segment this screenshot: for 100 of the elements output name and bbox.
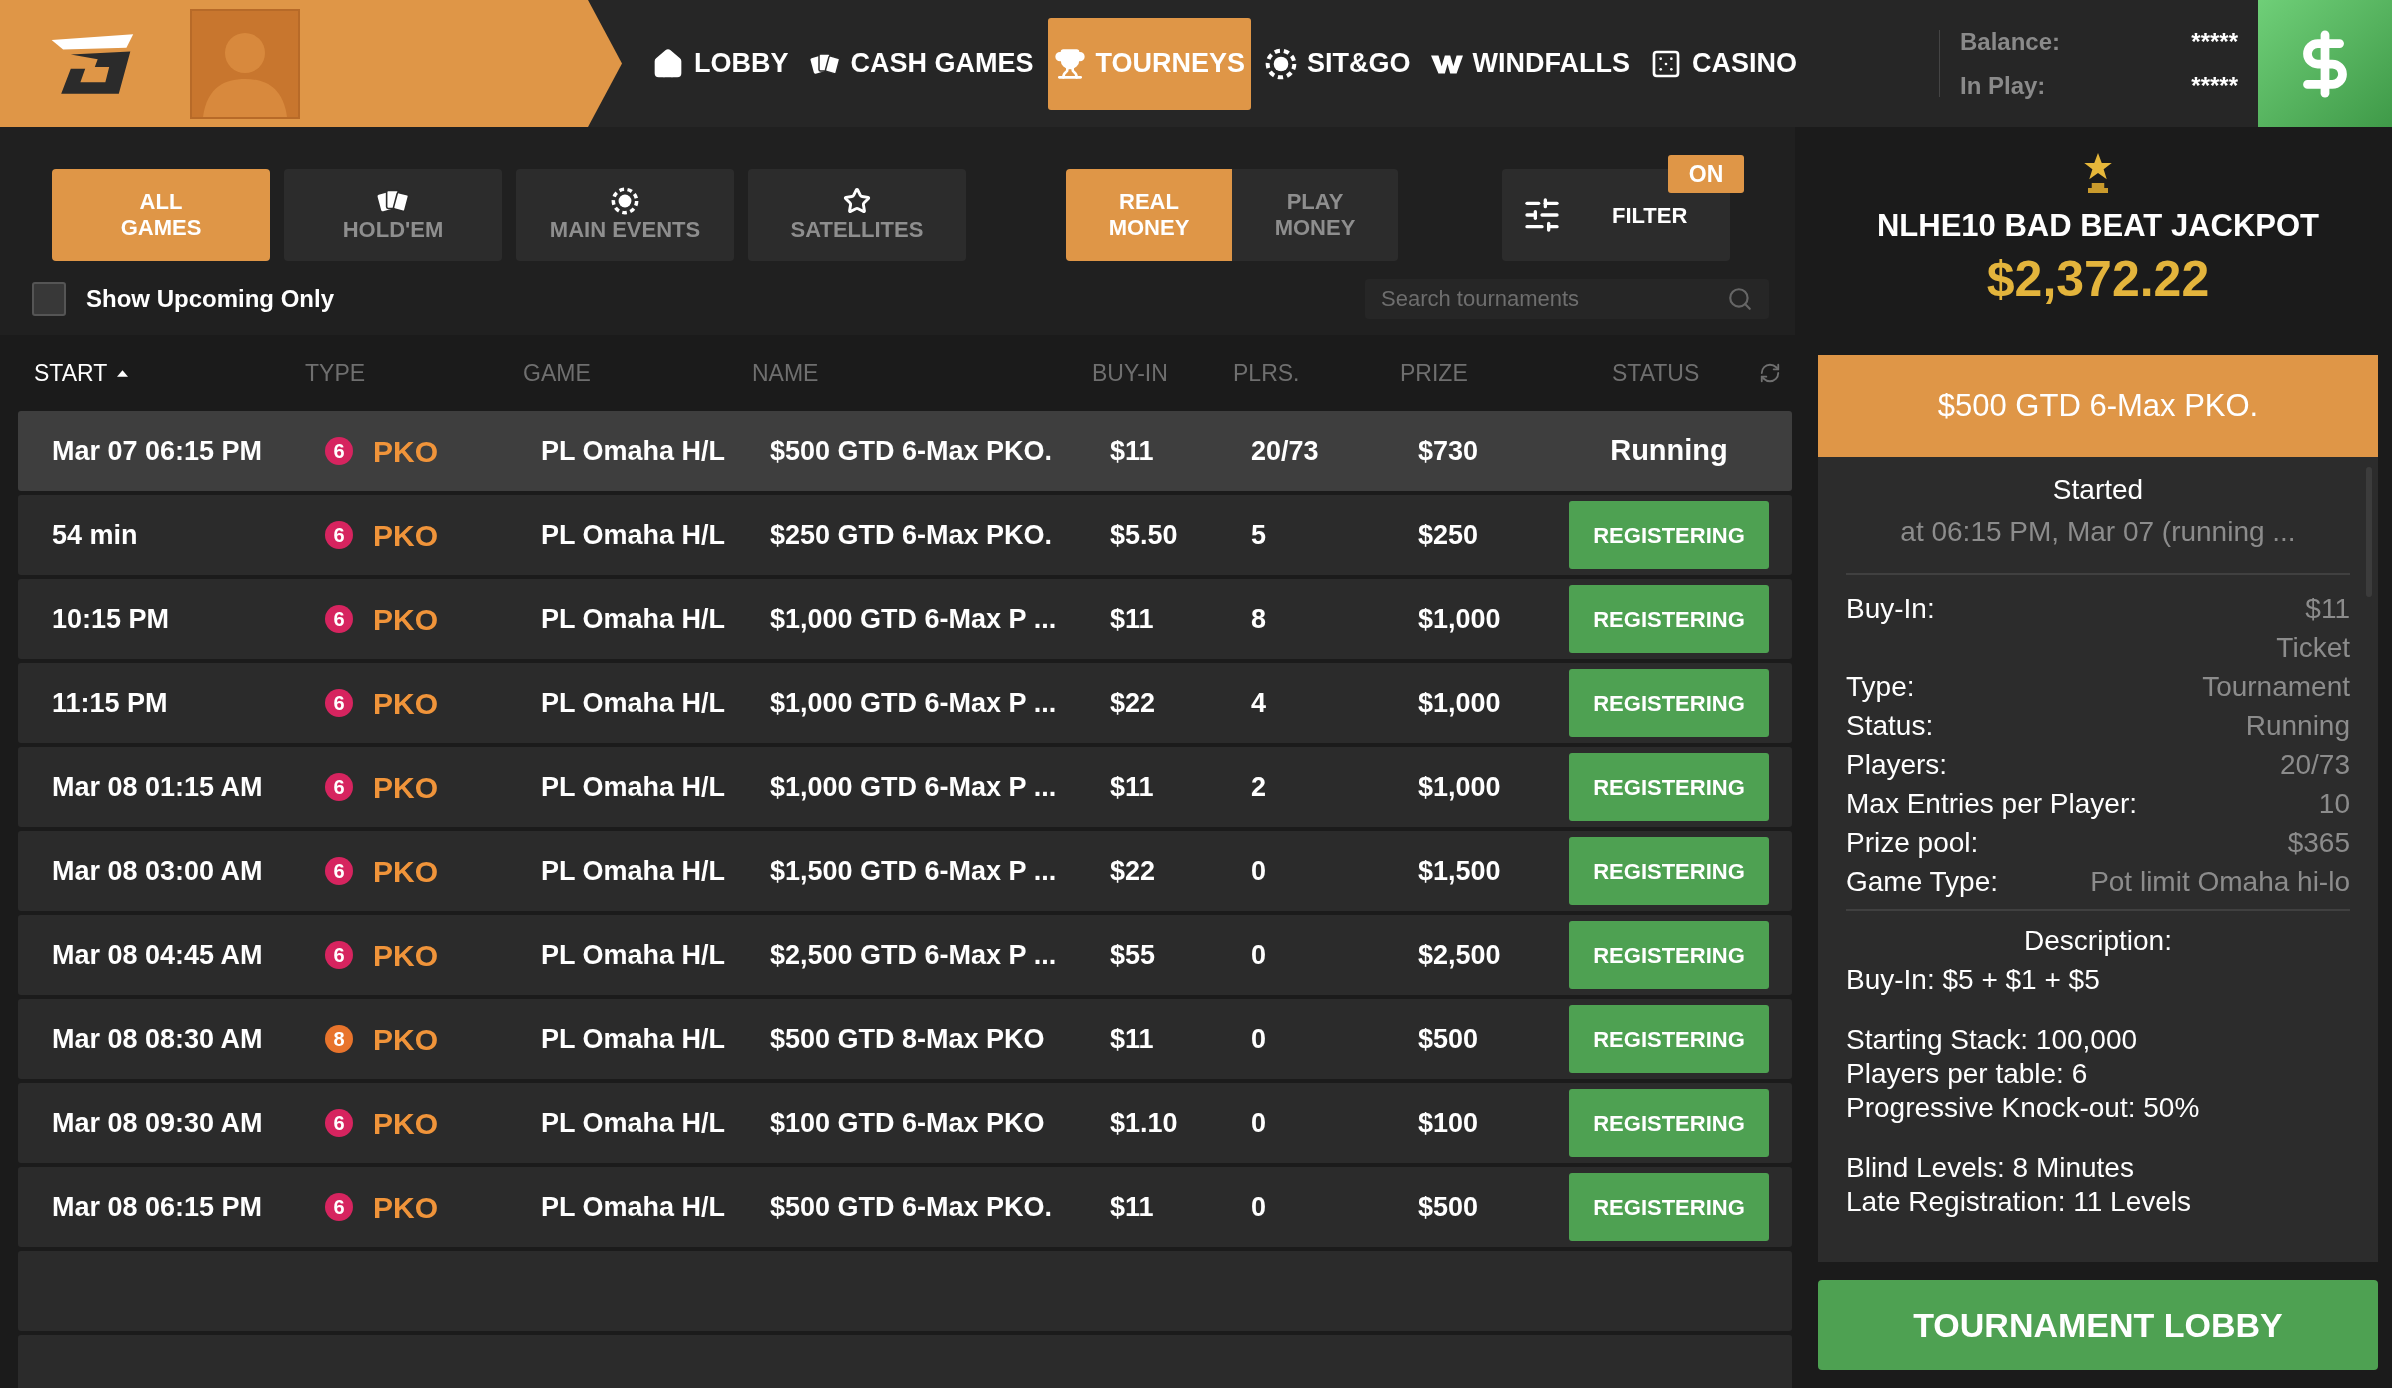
players-cell-text: 0 [1251,938,1268,972]
start-cell-text: 10:15 PM [52,602,171,636]
table-row[interactable]: 10:15 PM 6 PKO PL Omaha H/L $1,000 GTD 6-Max P ... $11 8 $1,000 REGISTERING [18,579,1792,659]
table-row[interactable]: 54 min 6 PKO PL Omaha H/L $250 GTD 6-Max PKO. $5.50 5 $250 REGISTERING [18,495,1792,575]
prize-cell-text: $250 [1418,518,1480,552]
table-row[interactable]: Mar 08 08:30 AM 8 PKO PL Omaha H/L $500 GTD 8-Max PKO $11 0 $500 REGISTERING [18,999,1792,1079]
money-tab[interactable]: REAL MONEY [1066,169,1232,261]
prize-cell-text: $500 [1418,1190,1480,1224]
field-label: Max Entries per Player: [1846,787,2137,821]
registering-button[interactable]: REGISTERING [1569,837,1769,905]
field-label: Game Type: [1846,865,1998,899]
nav-tab[interactable]: CASINO [1644,17,1804,110]
name-cell-text: $500 GTD 6-Max PKO. [770,1190,1054,1224]
game-cell-text: PL Omaha H/L [541,1190,727,1224]
players-cell-text: 2 [1251,770,1268,804]
field-value: Tournament [2202,670,2350,704]
registering-button[interactable]: REGISTERING [1569,669,1769,737]
search-icon [1727,286,1753,312]
players-cell-text: 8 [1251,602,1268,636]
prize-cell-text: $1,000 [1418,602,1502,636]
checkbox-label: Show Upcoming Only [86,284,334,314]
field-value: $365 [2287,826,2350,860]
in-play-label: In Play: [1960,70,2046,101]
players-cell-text: 0 [1251,854,1268,888]
prize-cell-text: $1,500 [1418,854,1502,888]
table-row[interactable]: Mar 08 09:30 AM 6 PKO PL Omaha H/L $100 GTD 6-Max PKO $1.10 0 $100 REGISTERING [18,1083,1792,1163]
category-tab[interactable]: SATELLITES [748,169,966,261]
game-cell-text: PL Omaha H/L [541,770,727,804]
column-header[interactable]: START [34,355,108,391]
seats-badge: 8 [325,1025,353,1053]
tournament-lobby-button[interactable]: TOURNAMENT LOBBY [1818,1280,2378,1370]
table-row[interactable]: Mar 08 03:00 AM 6 PKO PL Omaha H/L $1,500 GTD 6-Max P ... $22 0 $1,500 REGISTERING [18,831,1792,911]
field-value: 10 [2318,787,2350,821]
balance-label: Balance: [1960,26,2061,57]
column-header[interactable]: STATUS [1612,355,1700,391]
registering-button[interactable]: REGISTERING [1569,501,1769,569]
registering-button[interactable]: REGISTERING [1569,585,1769,653]
home-icon [652,47,684,80]
type-cell-text: PKO [373,853,438,890]
type-cell-text: PKO [373,517,438,554]
registering-button[interactable]: REGISTERING [1569,753,1769,821]
game-cell-text: PL Omaha H/L [541,1022,727,1056]
category-tab[interactable]: ALL GAMES [52,169,270,261]
players-cell-text: 0 [1251,1106,1268,1140]
nav-tab[interactable]: SIT&GO [1259,17,1417,110]
buy-in-cell-text: $11 [1110,1022,1155,1056]
description-line: Players per table: 6 [1846,1057,2089,1091]
chip-icon [1265,47,1298,80]
cashier-button[interactable] [2258,0,2392,127]
registering-button[interactable]: REGISTERING [1569,1173,1769,1241]
registering-button[interactable]: REGISTERING [1569,1089,1769,1157]
table-row[interactable]: Mar 08 04:45 AM 6 PKO PL Omaha H/L $2,500 GTD 6-Max P ... $55 0 $2,500 REGISTERING [18,915,1792,995]
type-cell-text: PKO [373,1189,438,1226]
start-cell-text: Mar 08 04:45 AM [52,938,264,972]
name-cell-text: $1,000 GTD 6-Max P ... [770,770,1058,804]
game-cell-text: PL Omaha H/L [541,686,727,720]
players-cell-text: 20/73 [1251,434,1320,468]
search-field[interactable]: Search tournaments [1365,279,1769,319]
nav-tab[interactable]: LOBBY [646,17,795,110]
checkbox[interactable] [32,282,66,316]
nav-tab[interactable]: TOURNEYS [1047,17,1252,110]
column-header[interactable]: PRIZE [1400,355,1552,391]
game-cell-text: PL Omaha H/L [541,434,727,468]
category-tab[interactable]: HOLD'EM [284,169,502,261]
state-text: Started [2052,473,2144,507]
field-value: $11 [2305,592,2350,626]
in-play-value: ***** [2191,70,2238,101]
name-cell-text: $100 GTD 6-Max PKO [770,1106,1046,1140]
field-value: Running [2245,709,2350,743]
name-cell-text: $1,000 GTD 6-Max P ... [770,602,1058,636]
description-line: Starting Stack: 100,000 [1846,1023,2139,1057]
nav-tab[interactable]: CASH GAMES [802,17,1040,110]
players-cell-text: 0 [1251,1190,1268,1224]
money-tab[interactable]: PLAY MONEY [1232,169,1398,261]
start-cell-text: Mar 07 06:15 PM [52,434,264,468]
table-row[interactable]: Mar 08 01:15 AM 6 PKO PL Omaha H/L $1,000 GTD 6-Max P ... $11 2 $1,000 REGISTERING [18,747,1792,827]
start-cell-text: Mar 08 06:15 PM [52,1190,264,1224]
field-label: Buy-In: [1846,592,1935,626]
type-cell-text: PKO [373,769,438,806]
buy-in-cell-text: $22 [1110,854,1157,888]
table-row[interactable]: Mar 08 06:15 PM 6 PKO PL Omaha H/L $500 GTD 6-Max PKO. $11 0 $500 REGISTERING [18,1167,1792,1247]
category-tab[interactable]: MAIN EVENTS [516,169,734,261]
table-row[interactable]: 11:15 PM 6 PKO PL Omaha H/L $1,000 GTD 6-Max P ... $22 4 $1,000 REGISTERING [18,663,1792,743]
filter-on-badge: ON [1668,155,1744,193]
prize-cell-text: $1,000 [1418,770,1502,804]
prize-cell-text: $2,500 [1418,938,1502,972]
table-row[interactable]: Mar 07 06:15 PM 6 PKO PL Omaha H/L $500 GTD 6-Max PKO. $11 20/73 $730 Running [18,411,1792,491]
type-cell-text: PKO [373,685,438,722]
game-cell-text: PL Omaha H/L [541,1106,727,1140]
buy-in-cell-text: $55 [1110,938,1157,972]
field-label: Status: [1846,709,1934,743]
registering-button[interactable]: REGISTERING [1569,1005,1769,1073]
nav-tab[interactable]: WINDFALLS [1424,17,1637,110]
players-cell-text: 5 [1251,518,1268,552]
start-time-text: at 06:15 PM, Mar 07 (running ... [1900,515,2296,549]
sliders-icon [1522,195,1562,235]
registering-button[interactable]: REGISTERING [1569,921,1769,989]
jackpot-title: NLHE10 BAD BEAT JACKPOT [1876,206,2320,245]
refresh-icon[interactable] [1759,362,1781,384]
start-cell-text: 54 min [52,518,139,552]
